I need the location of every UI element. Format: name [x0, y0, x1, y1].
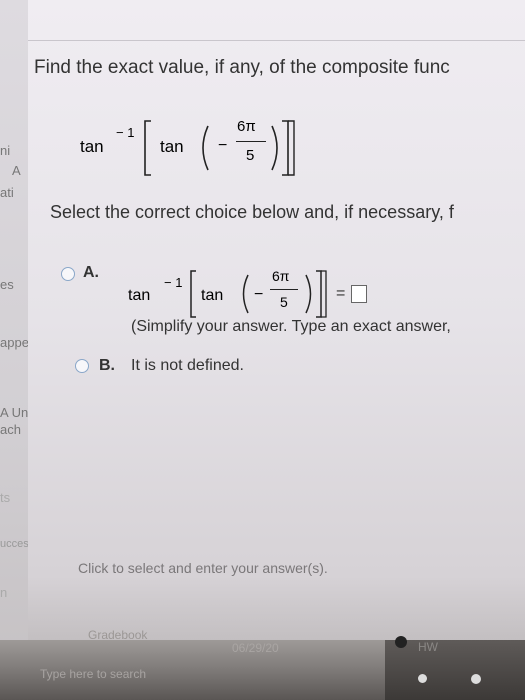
instruction-text: Select the correct choice below and, if …	[50, 202, 454, 222]
choice-b-text: It is not defined.	[131, 357, 244, 374]
status-message: Click to select and enter your answer(s)…	[78, 560, 328, 576]
panel-divider	[28, 40, 525, 41]
background-window-strip: ni A ati es appe A Uni ach ts uccess n	[0, 0, 34, 700]
choice-b-radio[interactable]	[75, 359, 89, 373]
fraction-numerator: 6π	[237, 118, 256, 135]
choice-a-radio[interactable]	[61, 267, 75, 281]
fraction-denominator: 5	[246, 147, 255, 164]
taskbar-dot-icon	[471, 674, 481, 684]
outer-function: tan	[80, 137, 104, 156]
choice-a-inner-function: tan	[201, 287, 224, 304]
choice-a-minus: −	[254, 286, 264, 303]
taskbar-app-icon[interactable]	[395, 636, 407, 648]
inner-function: tan	[160, 137, 184, 156]
choice-a-outer-function: tan	[128, 287, 151, 304]
taskbar-dot-icon	[418, 674, 427, 683]
taskbar-hw[interactable]: HW	[418, 640, 438, 654]
inverse-exponent: − 1	[116, 125, 135, 140]
choice-a-equals: =	[336, 285, 346, 302]
choice-a-letter: A.	[83, 264, 99, 281]
choice-b-letter: B.	[99, 357, 115, 374]
choice-a-fraction-bar	[270, 289, 298, 290]
screen: ni A ati es appe A Uni ach ts uccess n F…	[0, 0, 525, 700]
choice-a-denominator: 5	[280, 294, 288, 310]
gradebook-link[interactable]: Gradebook	[88, 628, 147, 642]
choice-a-numerator: 6π	[272, 268, 290, 284]
taskbar-right-area	[385, 640, 525, 700]
minus-sign: −	[218, 137, 228, 154]
taskbar-date: 06/29/20	[232, 641, 279, 655]
choice-a-hint: (Simplify your answer. Type an exact ans…	[131, 318, 451, 335]
question-title: Find the exact value, if any, of the com…	[34, 57, 450, 78]
taskbar-search[interactable]: Type here to search	[40, 667, 146, 681]
fraction-bar	[236, 141, 266, 142]
answer-input[interactable]	[351, 285, 367, 303]
choice-a-inverse-exponent: − 1	[164, 275, 183, 290]
